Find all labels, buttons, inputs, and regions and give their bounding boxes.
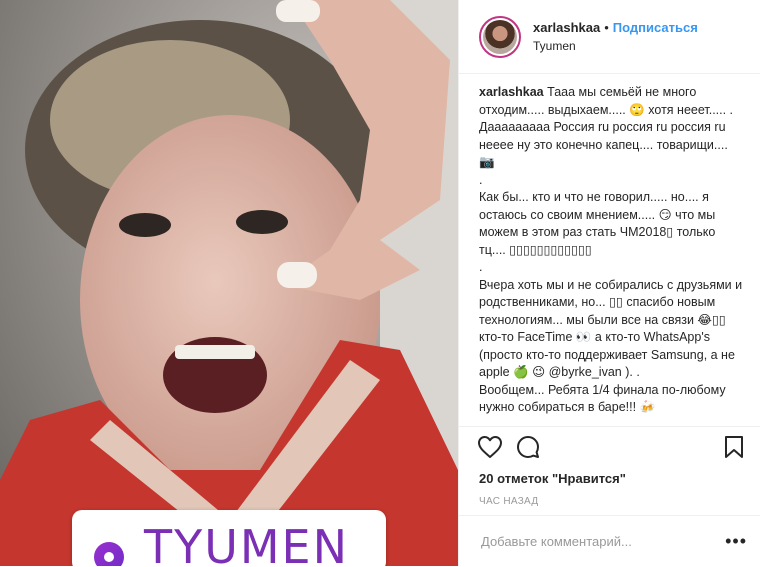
add-comment-bar: ••• <box>459 515 760 567</box>
follow-button[interactable]: Подписаться <box>613 20 698 35</box>
post-time[interactable]: час назад <box>459 496 760 507</box>
likes-count[interactable]: 20 отметок "Нравится" <box>459 471 760 486</box>
post-header: xarlashkaa • Подписаться Tyumen <box>459 0 760 74</box>
caption-text: Тааа мы семьёй не много отходим..... выд… <box>479 85 743 414</box>
post-sidebar: xarlashkaa • Подписаться Tyumen xarlashk… <box>458 0 760 566</box>
caption: xarlashkaa Тааа мы семьёй не много отход… <box>479 84 743 417</box>
bookmark-icon[interactable] <box>721 434 747 460</box>
geo-sticker: TYUMEN <box>72 510 386 566</box>
location-pin-icon <box>94 542 124 566</box>
comment-icon[interactable] <box>515 434 541 460</box>
comments-section[interactable]: xarlashkaa Тааа мы семьёй не много отход… <box>459 74 760 426</box>
comment-input[interactable] <box>479 533 726 550</box>
avatar[interactable] <box>479 15 521 58</box>
post-actions: 20 отметок "Нравится" час назад ••• <box>459 426 760 566</box>
more-options-icon[interactable]: ••• <box>725 531 747 552</box>
post-modal: TYUMEN xarlashkaa • Подписаться Tyumen x… <box>0 0 760 566</box>
location-link[interactable]: Tyumen <box>533 39 698 53</box>
separator-dot: • <box>604 20 609 35</box>
username-link[interactable]: xarlashkaa <box>533 20 600 35</box>
geo-sticker-text: TYUMEN <box>144 520 350 566</box>
heart-icon[interactable] <box>477 434 503 460</box>
selfie-image <box>0 0 458 566</box>
caption-username[interactable]: xarlashkaa <box>479 85 544 99</box>
post-photo[interactable]: TYUMEN <box>0 0 458 566</box>
